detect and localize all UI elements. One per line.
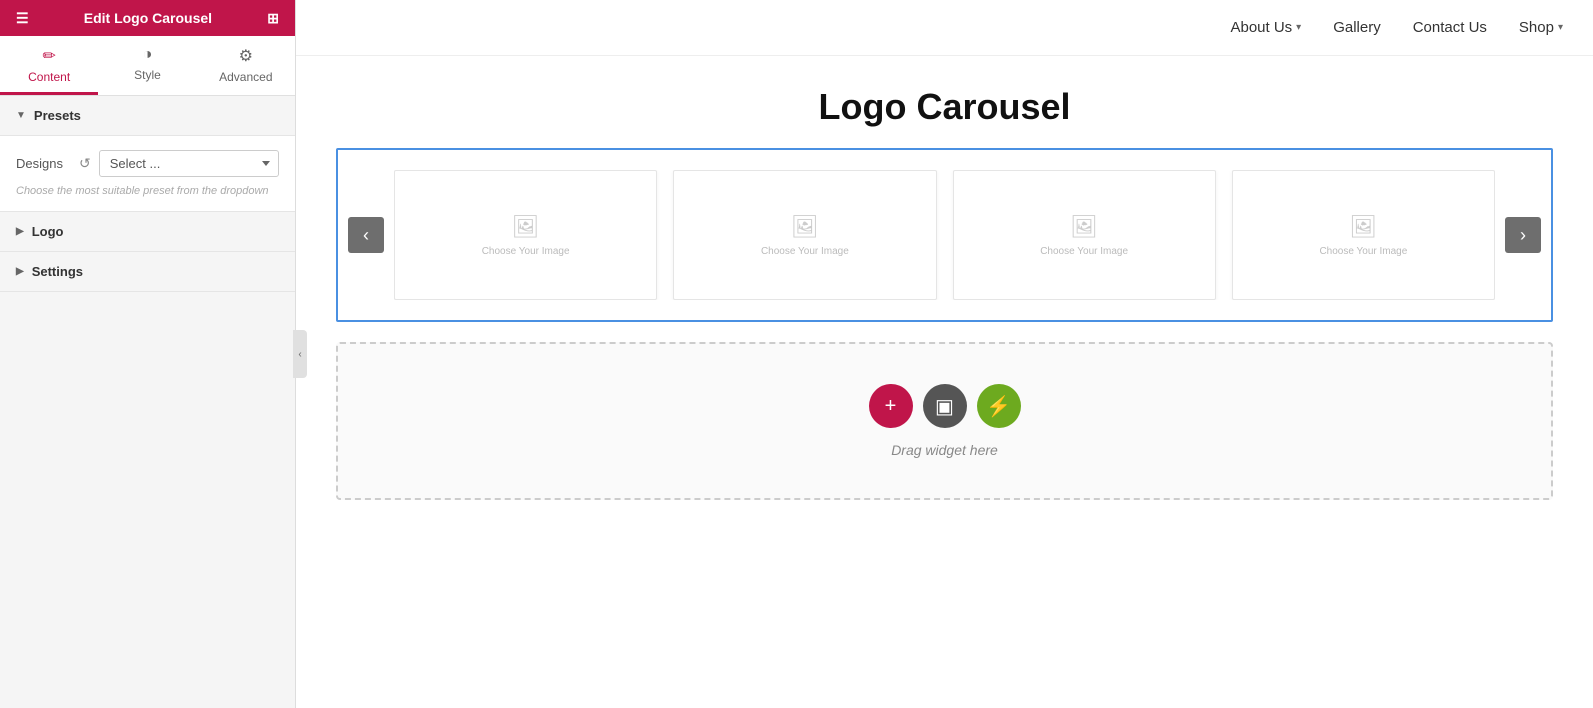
image-placeholder-1: 🖼 Choose Your Image [482,214,570,257]
image-icon-3: 🖼 [1070,214,1098,240]
page-title: Logo Carousel [336,86,1553,128]
presets-body: Designs ↺ Select ... Choose the most sui… [0,136,295,212]
drop-zone-buttons: + ▣ ⚡ [869,384,1021,428]
presets-arrow: ▼ [16,110,26,121]
carousel-slide-3: 🖼 Choose Your Image [953,170,1216,300]
carousel-slide-4: 🖼 Choose Your Image [1232,170,1495,300]
carousel-container: ‹ 🖼 Choose Your Image 🖼 Choose Your Imag… [336,148,1553,322]
sidebar-tabs: ✏ Content ◑ Style ⚙ Advanced [0,36,295,96]
content-icon: ✏ [42,46,55,66]
presets-label: Presets [34,108,81,123]
image-icon-4: 🖼 [1349,214,1377,240]
designs-label: Designs [16,156,71,171]
section-presets-header[interactable]: ▼ Presets [0,96,295,136]
image-label-1: Choose Your Image [482,246,570,257]
drop-zone[interactable]: + ▣ ⚡ Drag widget here [336,342,1553,500]
tab-style[interactable]: ◑ Style [98,36,196,95]
nav-contact-label: Contact Us [1413,19,1487,36]
sidebar: ☰ Edit Logo Carousel ⊞ ✏ Content ◑ Style… [0,0,296,708]
tab-content-label: Content [28,70,70,84]
image-placeholder-4: 🖼 Choose Your Image [1319,214,1407,257]
tab-advanced-label: Advanced [219,70,272,84]
collapse-icon: ‹ [298,349,301,360]
carousel-slide-2: 🖼 Choose Your Image [673,170,936,300]
carousel-slide-1: 🖼 Choose Your Image [394,170,657,300]
grid-icon[interactable]: ⊞ [267,10,279,27]
nav-about-us[interactable]: About Us ▾ [1230,19,1301,36]
advanced-icon: ⚙ [239,46,253,66]
folder-widget-button[interactable]: ▣ [923,384,967,428]
style-icon: ◑ [143,46,153,64]
main-area: About Us ▾ Gallery Contact Us Shop ▾ Log… [296,0,1593,708]
lightning-widget-button[interactable]: ⚡ [977,384,1021,428]
image-label-2: Choose Your Image [761,246,849,257]
nav-shop[interactable]: Shop ▾ [1519,19,1563,36]
designs-row: Designs ↺ Select ... [16,150,279,177]
refresh-icon[interactable]: ↺ [79,155,91,172]
image-placeholder-3: 🖼 Choose Your Image [1040,214,1128,257]
sidebar-header: ☰ Edit Logo Carousel ⊞ [0,0,295,36]
about-chevron-icon: ▾ [1296,22,1301,33]
sidebar-title: Edit Logo Carousel [84,10,212,26]
image-label-4: Choose Your Image [1319,246,1407,257]
logo-arrow: ▶ [16,226,24,237]
tab-content[interactable]: ✏ Content [0,36,98,95]
designs-select[interactable]: Select ... [99,150,279,177]
image-icon-2: 🖼 [791,214,819,240]
add-widget-button[interactable]: + [869,384,913,428]
carousel-prev-button[interactable]: ‹ [348,217,384,253]
nav-shop-label: Shop [1519,19,1554,36]
settings-label: Settings [32,264,83,279]
nav-about-label: About Us [1230,19,1292,36]
section-logo-header[interactable]: ▶ Logo [0,212,295,252]
logo-label: Logo [32,224,64,239]
top-nav: About Us ▾ Gallery Contact Us Shop ▾ [296,0,1593,56]
shop-chevron-icon: ▾ [1558,22,1563,33]
drop-zone-label: Drag widget here [891,442,998,458]
collapse-panel-button[interactable]: ‹ [293,330,307,378]
sidebar-content: ▼ Presets Designs ↺ Select ... Choose th… [0,96,295,708]
section-settings-header[interactable]: ▶ Settings [0,252,295,292]
carousel-next-button[interactable]: › [1505,217,1541,253]
tab-style-label: Style [134,68,161,82]
settings-arrow: ▶ [16,266,24,277]
carousel-slides: 🖼 Choose Your Image 🖼 Choose Your Image … [394,170,1495,300]
page-content: Logo Carousel ‹ 🖼 Choose Your Image 🖼 Ch… [296,56,1593,708]
tab-advanced[interactable]: ⚙ Advanced [197,36,295,95]
nav-contact-us[interactable]: Contact Us [1413,19,1487,36]
nav-gallery-label: Gallery [1333,19,1381,36]
image-label-3: Choose Your Image [1040,246,1128,257]
image-placeholder-2: 🖼 Choose Your Image [761,214,849,257]
designs-hint: Choose the most suitable preset from the… [16,185,279,197]
nav-gallery[interactable]: Gallery [1333,19,1381,36]
hamburger-icon[interactable]: ☰ [16,10,29,27]
image-icon-1: 🖼 [512,214,540,240]
